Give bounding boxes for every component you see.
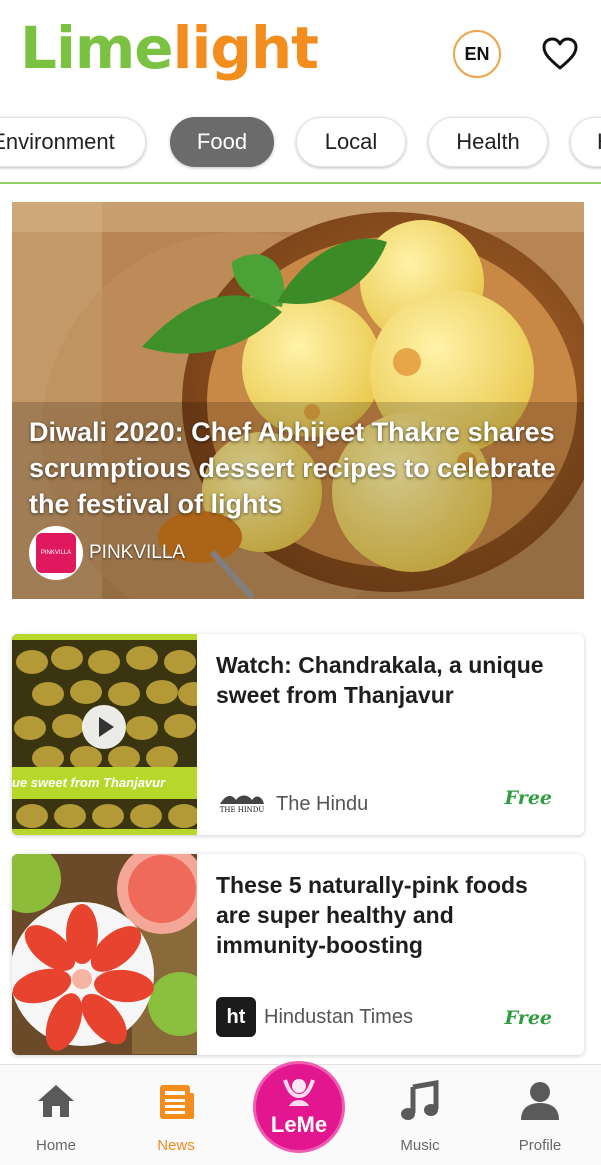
home-icon <box>38 1085 74 1117</box>
tab-news[interactable]: News <box>126 1065 226 1165</box>
hindustan-times-logo-text: ht <box>226 1005 246 1028</box>
hero-source: PINKVILLA PINKVILLA <box>29 526 185 580</box>
logo-part-lime: Lime <box>20 14 174 82</box>
article-title[interactable]: These 5 naturally-pink foods are super h… <box>216 870 566 960</box>
category-chip-label: Food <box>196 129 248 154</box>
limelight-logo: Limelight <box>20 8 319 88</box>
category-chip-environment[interactable]: Environment <box>0 117 146 167</box>
app-header: Limelight EN <box>0 0 601 100</box>
article-thumbnail: ue sweet from Thanjavur <box>12 634 197 835</box>
article-source: THE HINDU The Hindu <box>216 791 369 817</box>
the-hindu-logo-text: THE HINDU <box>219 806 265 814</box>
category-chip-food[interactable]: Food <box>170 117 274 167</box>
hindustan-times-logo: ht <box>216 997 256 1037</box>
category-chip-label: Health <box>456 129 520 154</box>
category-chip-local[interactable]: Local <box>296 117 406 167</box>
bottom-tab-bar: Home News LeMe Music Profile <box>0 1061 601 1165</box>
hero-source-name: PINKVILLA <box>89 542 186 563</box>
tab-label: LeMe <box>270 1112 328 1137</box>
article-card[interactable]: These 5 naturally-pink foods are super h… <box>12 854 584 1055</box>
logo-part-light: light <box>172 14 319 82</box>
article-thumbnail <box>12 854 197 1055</box>
tab-label: News <box>157 1137 195 1154</box>
language-button[interactable]: EN <box>453 30 501 78</box>
hero-title[interactable]: Diwali 2020: Chef Abhijeet Thakre shares… <box>29 414 569 522</box>
tab-label: Profile <box>518 1137 562 1154</box>
tab-home[interactable]: Home <box>6 1065 106 1165</box>
tab-label: Music <box>400 1137 440 1154</box>
category-chip-label: H <box>597 129 601 155</box>
article-title[interactable]: Watch: Chandrakala, a unique sweet from … <box>216 650 566 710</box>
tab-profile[interactable]: Profile <box>490 1065 590 1165</box>
category-chip-label: Environment <box>0 129 115 154</box>
leme-icon <box>283 1079 315 1106</box>
category-chip-label: Local <box>324 129 378 154</box>
category-chip-health[interactable]: Health <box>428 117 548 167</box>
category-chip-more[interactable]: H <box>570 117 601 167</box>
article-source-name: Hindustan Times <box>264 1005 413 1028</box>
news-icon <box>160 1085 194 1119</box>
tab-music[interactable]: Music <box>370 1065 470 1165</box>
profile-icon <box>521 1082 559 1120</box>
hero-article[interactable]: Diwali 2020: Chef Abhijeet Thakre shares… <box>12 202 584 599</box>
pinkvilla-logo: PINKVILLA <box>29 526 83 580</box>
tab-leme[interactable]: LeMe <box>253 1061 345 1153</box>
article-source: ht Hindustan Times <box>216 997 413 1037</box>
article-card[interactable]: ue sweet from Thanjavur Watch: Chandraka… <box>12 634 584 835</box>
thumbnail-caption: ue sweet from Thanjavur <box>12 767 197 799</box>
free-badge: Free <box>504 1007 552 1029</box>
article-source-name: The Hindu <box>276 792 369 815</box>
music-note-icon <box>401 1080 439 1120</box>
the-hindu-logo: THE HINDU <box>216 791 268 817</box>
play-icon[interactable] <box>82 705 126 749</box>
tab-label: Home <box>35 1137 76 1154</box>
pinkvilla-logo-text: PINKVILLA <box>40 550 72 556</box>
free-badge: Free <box>504 787 552 809</box>
heart-icon[interactable] <box>540 34 580 74</box>
category-bar: Environment Food Local Health H <box>0 100 601 184</box>
